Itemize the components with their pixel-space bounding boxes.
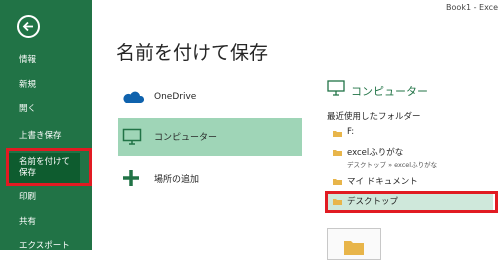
page-title: 名前を付けて保存 — [116, 42, 269, 64]
nav-info[interactable]: 情報 — [19, 55, 36, 66]
folder-name: マイ ドキュメント — [347, 177, 418, 187]
location-onedrive[interactable]: OneDrive — [118, 80, 302, 118]
folder-icon — [333, 131, 342, 137]
folder-item[interactable]: F: — [327, 126, 493, 142]
folder-open-icon — [344, 241, 364, 255]
folder-icon — [333, 179, 342, 185]
recent-folders-label: 最近使用したフォルダー — [327, 112, 421, 122]
computer-icon — [122, 128, 142, 150]
location-computer[interactable]: コンピューター — [118, 118, 302, 156]
computer-icon — [327, 80, 345, 101]
cloud-icon — [122, 89, 145, 108]
folder-icon — [333, 150, 342, 156]
nav-open[interactable]: 開く — [19, 104, 36, 115]
location-label: OneDrive — [154, 92, 197, 102]
browse-button[interactable] — [327, 228, 381, 260]
nav-new[interactable]: 新規 — [19, 80, 36, 91]
folder-name: excelふりがな — [347, 148, 404, 158]
location-add-place[interactable]: 場所の追加 — [118, 160, 302, 198]
folder-item[interactable]: excelふりがな デスクトップ » excelふりがな — [327, 145, 493, 171]
back-arrow-icon[interactable] — [17, 15, 40, 38]
folder-item[interactable]: マイ ドキュメント — [327, 174, 493, 190]
location-label: 場所の追加 — [154, 175, 200, 185]
folder-name: F: — [347, 127, 355, 137]
folder-path: デスクトップ » excelふりがな — [347, 161, 438, 169]
highlight-box-desktop — [325, 191, 498, 213]
plus-icon — [122, 169, 140, 191]
window-title: Book1 - Exce — [446, 3, 498, 12]
nav-print[interactable]: 印刷 — [19, 192, 36, 203]
nav-export[interactable]: エクスポート — [19, 241, 70, 252]
backstage-sidebar: 情報 新規 開く 上書き保存 名前を付けて 保存 印刷 共有 エクスポート — [0, 0, 92, 252]
right-panel-title: コンピューター — [351, 85, 428, 98]
nav-share[interactable]: 共有 — [19, 217, 36, 228]
nav-save[interactable]: 上書き保存 — [19, 131, 62, 142]
location-label: コンピューター — [154, 133, 218, 143]
highlight-box-save-as — [6, 148, 92, 186]
